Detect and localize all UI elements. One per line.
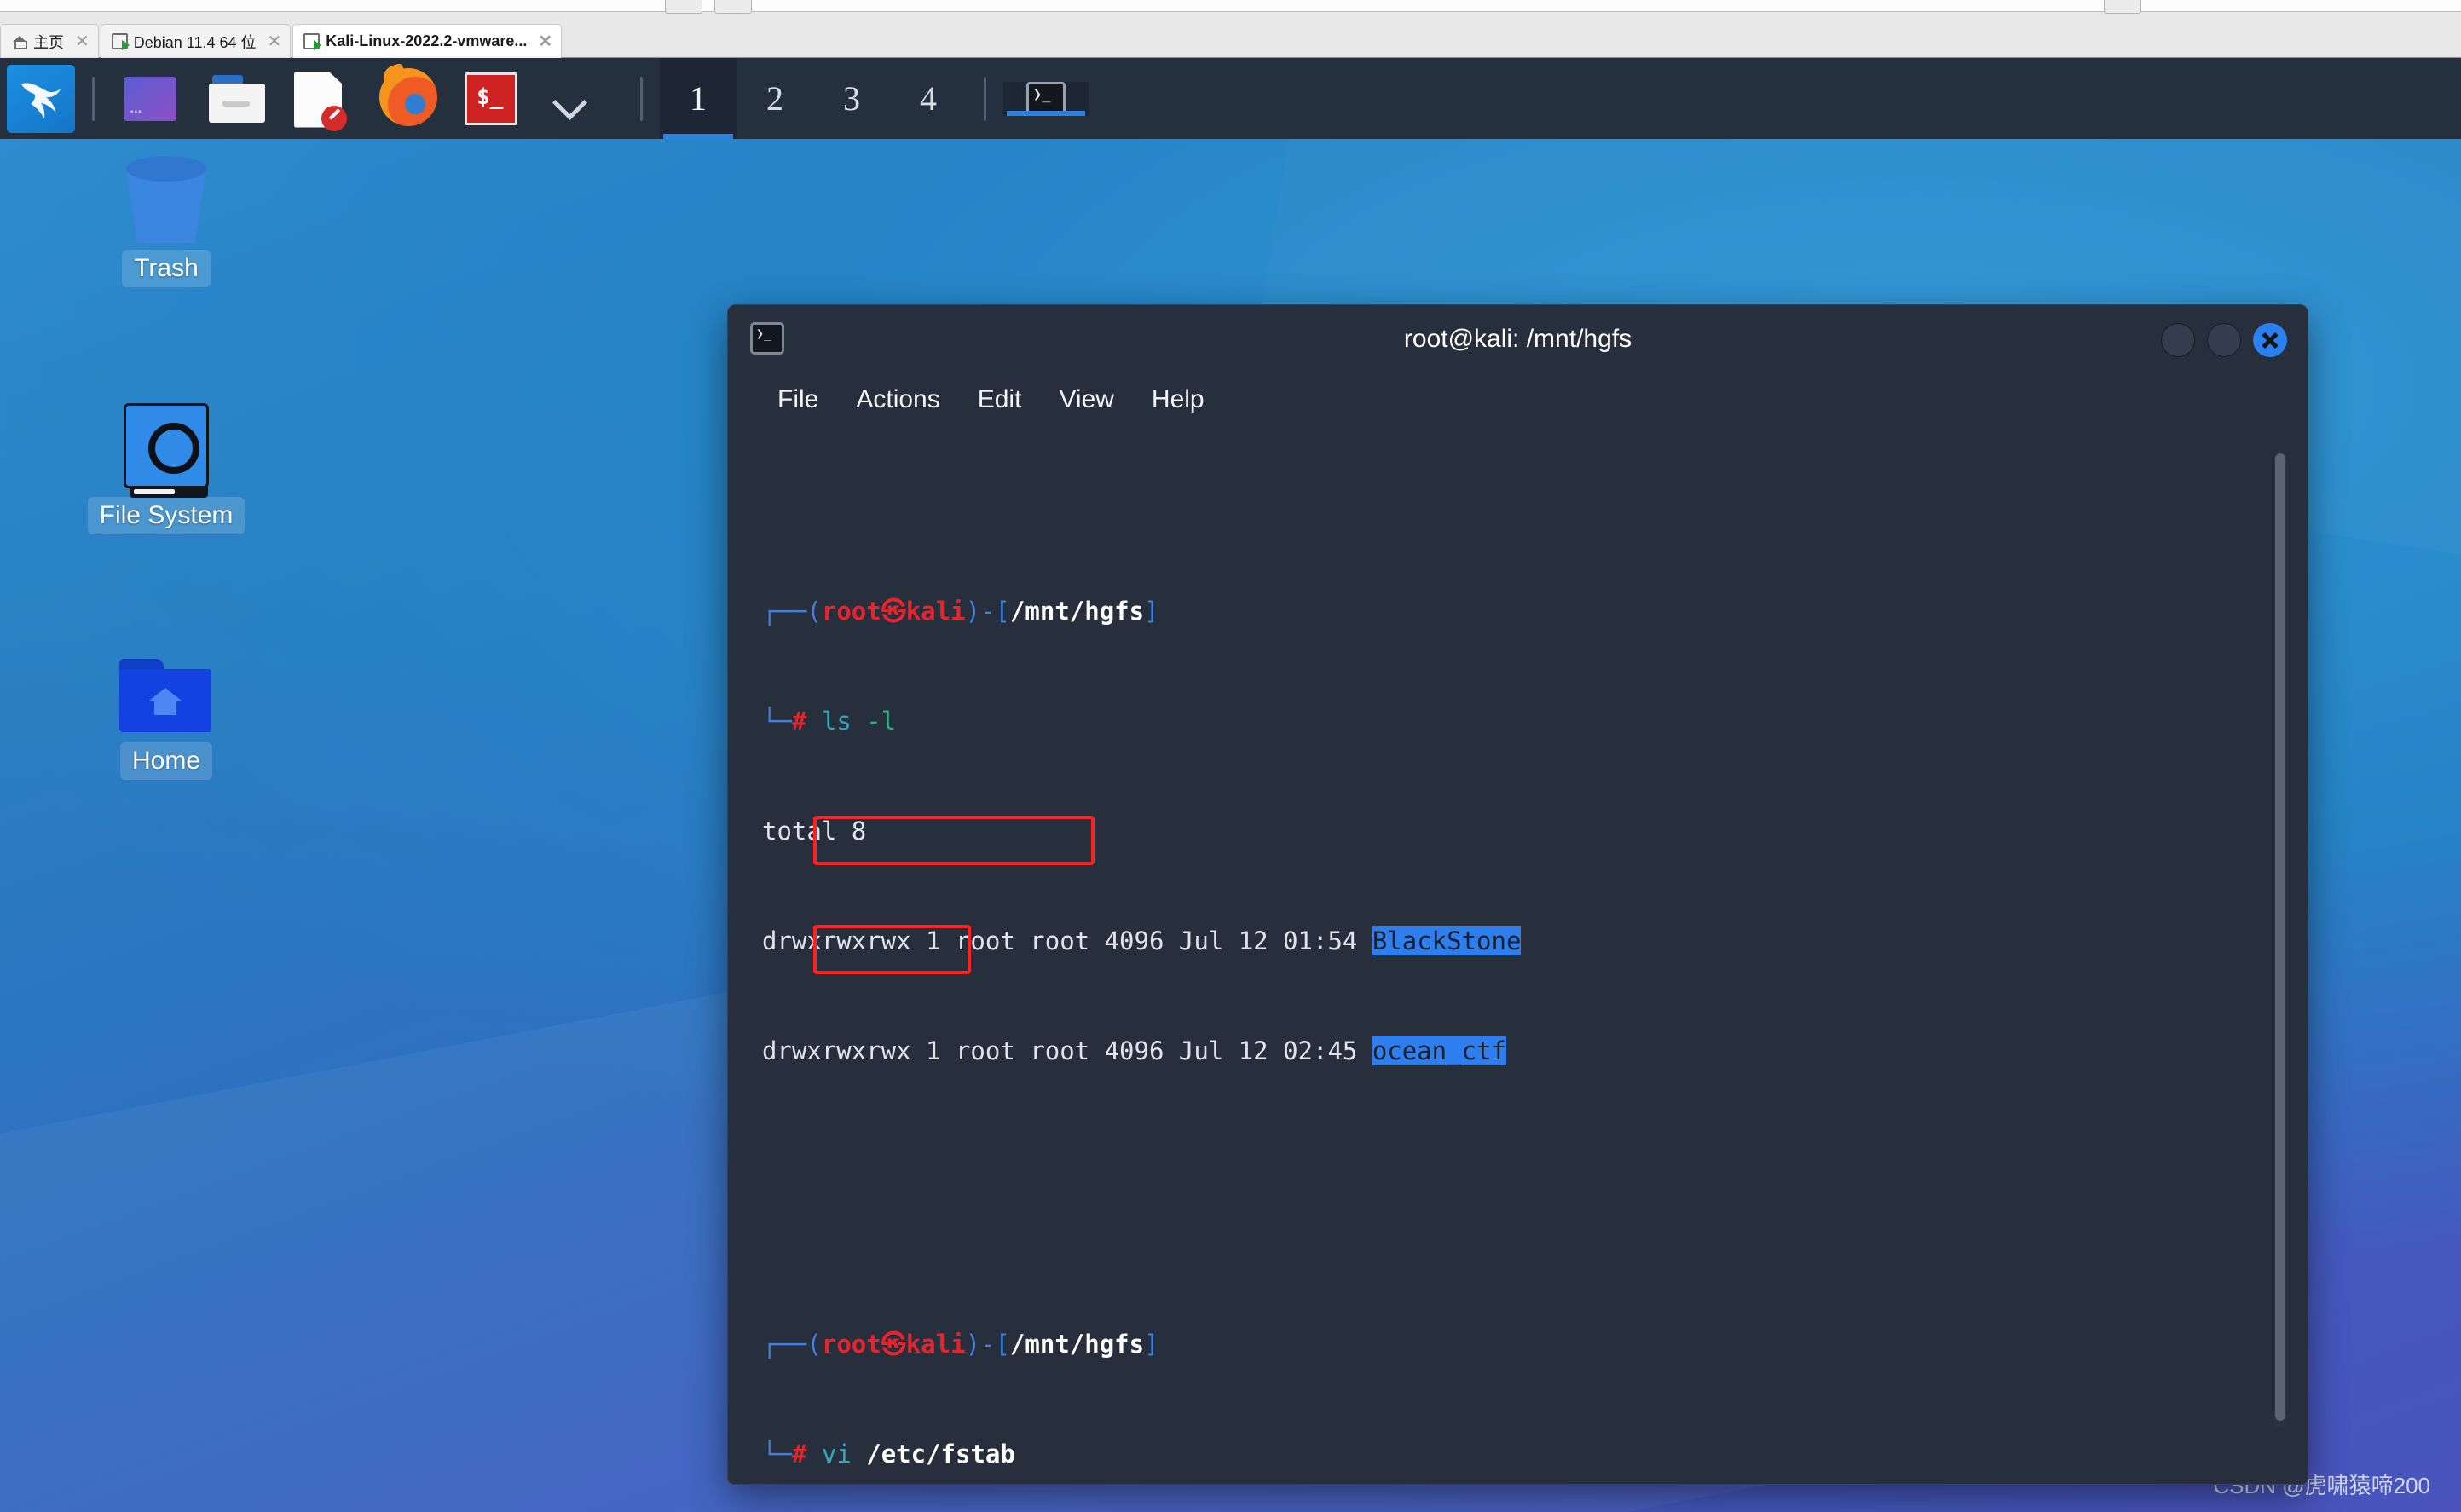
command-word: vi — [821, 1440, 852, 1469]
kali-dragon-icon[interactable] — [7, 64, 75, 133]
minimize-button[interactable] — [2161, 323, 2195, 357]
vm-tab-label: 主页 — [33, 33, 64, 51]
launcher-file-manager[interactable] — [209, 68, 270, 130]
listing-meta: drwxrwxrwx 1 root root 4096 Jul 12 01:54 — [762, 926, 1372, 955]
prompt-user: root — [821, 1330, 881, 1359]
toolbar-button-3[interactable] — [2104, 0, 2141, 14]
vmware-tab-strip: 主页 ✕ Debian 11.4 64 位 ✕ Kali-Linux-2022.… — [0, 12, 563, 58]
maximize-button[interactable] — [2207, 323, 2241, 357]
close-icon[interactable]: ✕ — [268, 31, 282, 52]
filesystem-icon — [124, 403, 209, 498]
panel-separator — [92, 76, 95, 121]
command-args: /etc/fstab — [866, 1440, 1015, 1469]
close-icon[interactable]: ✕ — [538, 31, 552, 52]
output-line: total 8 — [762, 817, 867, 845]
workspace-button-3[interactable]: 3 — [813, 58, 890, 139]
terminal-window[interactable]: root@kali: /mnt/hgfs File Actions Edit V… — [727, 304, 2308, 1485]
terminal-scrollbar[interactable] — [2273, 452, 2287, 1428]
menu-item-help[interactable]: Help — [1133, 382, 1223, 418]
workspace-button-1[interactable]: 1 — [660, 58, 737, 139]
prompt-line-top: (root㉿kali)-[/mnt/hgfs] — [762, 1326, 2273, 1363]
vm-icon — [303, 33, 322, 50]
prompt-host: kali — [905, 597, 966, 626]
terminal-purple-icon — [124, 76, 176, 121]
desktop-icon-filesystem[interactable]: File System — [72, 403, 260, 534]
desktop-icon-label: Home — [119, 742, 213, 780]
prompt-line-top: (root㉿kali)-[/mnt/hgfs] — [762, 593, 2273, 630]
text-editor-icon — [294, 72, 347, 131]
close-icon[interactable]: ✕ — [75, 31, 90, 52]
desktop-icon-home[interactable]: Home — [72, 659, 260, 780]
prompt-at-icon: ㉿ — [881, 1330, 906, 1359]
chevron-down-icon — [550, 80, 589, 119]
launcher-show-more[interactable] — [550, 68, 611, 130]
command-line[interactable]: # ls -l — [762, 703, 2273, 740]
launcher-terminal-purple[interactable] — [124, 68, 185, 130]
firefox-icon — [379, 67, 437, 126]
vm-tab-kali[interactable]: Kali-Linux-2022.2-vmware... ✕ — [292, 24, 563, 58]
prompt-symbol: # — [791, 1440, 807, 1469]
desktop-icon-label: File System — [87, 497, 246, 534]
vm-tab-label: Debian 11.4 64 位 — [133, 33, 257, 51]
workspace-button-2[interactable]: 2 — [737, 58, 813, 139]
workspace-switcher: 1 2 3 4 — [660, 58, 967, 139]
menu-item-file[interactable]: File — [759, 382, 837, 418]
directory-name[interactable]: BlackStone — [1372, 926, 1522, 955]
desktop-icon-trash[interactable]: Trash — [72, 156, 260, 287]
vm-tab-label: Kali-Linux-2022.2-vmware... — [326, 32, 528, 49]
output-line: drwxrwxrwx 1 root root 4096 Jul 12 02:45… — [762, 1033, 2273, 1070]
toolbar-button-1[interactable] — [665, 0, 702, 14]
taskbar-item-terminal[interactable] — [1003, 81, 1089, 116]
directory-name[interactable]: ocean_ctf — [1372, 1036, 1506, 1065]
desktop-icon-label: Trash — [122, 250, 211, 287]
trash-icon — [119, 156, 213, 241]
file-manager-icon — [209, 74, 267, 124]
close-button[interactable] — [2253, 323, 2287, 357]
home-icon — [11, 33, 27, 49]
vmware-host-chrome: 主页 ✕ Debian 11.4 64 位 ✕ Kali-Linux-2022.… — [0, 0, 2461, 58]
launcher-terminal-red[interactable] — [465, 68, 526, 130]
launcher-text-editor[interactable] — [294, 68, 355, 131]
vmware-toolbar — [0, 0, 2461, 14]
terminal-titlebar[interactable]: root@kali: /mnt/hgfs — [728, 305, 2308, 373]
prompt-path: /mnt/hgfs — [1009, 597, 1145, 626]
command-args: -l — [866, 707, 897, 736]
vm-tab-home[interactable]: 主页 ✕ — [0, 24, 99, 58]
prompt-host: kali — [905, 1330, 966, 1359]
terminal-icon — [750, 322, 784, 355]
vm-tab-debian[interactable]: Debian 11.4 64 位 ✕ — [100, 24, 292, 58]
kali-panel: 1 2 3 4 — [0, 58, 2461, 139]
vm-icon — [111, 33, 130, 50]
terminal-red-icon — [465, 72, 517, 125]
launcher-firefox[interactable] — [379, 67, 441, 130]
prompt-user: root — [821, 597, 881, 626]
prompt-path: /mnt/hgfs — [1009, 1330, 1145, 1359]
menu-item-actions[interactable]: Actions — [837, 382, 958, 418]
terminal-task-icon — [1026, 81, 1066, 116]
panel-separator — [640, 76, 643, 121]
output-line: drwxrwxrwx 1 root root 4096 Jul 12 01:54… — [762, 923, 2273, 960]
prompt-symbol: # — [791, 707, 807, 736]
menu-item-edit[interactable]: Edit — [959, 382, 1041, 418]
window-title: root@kali: /mnt/hgfs — [1403, 325, 1632, 353]
panel-separator — [984, 76, 986, 121]
command-line[interactable]: # vi /etc/fstab — [762, 1436, 2273, 1473]
prompt-at-icon: ㉿ — [881, 597, 906, 626]
command-word: ls — [821, 707, 852, 736]
menu-item-view[interactable]: View — [1040, 382, 1132, 418]
home-folder-icon — [119, 659, 213, 734]
toolbar-button-2[interactable] — [714, 0, 752, 14]
window-controls — [2161, 323, 2287, 357]
listing-meta: drwxrwxrwx 1 root root 4096 Jul 12 02:45 — [762, 1036, 1372, 1065]
terminal-menubar: File Actions Edit View Help — [728, 373, 2308, 426]
terminal-output-area[interactable]: (root㉿kali)-[/mnt/hgfs] # ls -l total 8 … — [728, 435, 2308, 1479]
scrollbar-thumb[interactable] — [2275, 453, 2285, 1421]
workspace-button-4[interactable]: 4 — [890, 58, 967, 139]
